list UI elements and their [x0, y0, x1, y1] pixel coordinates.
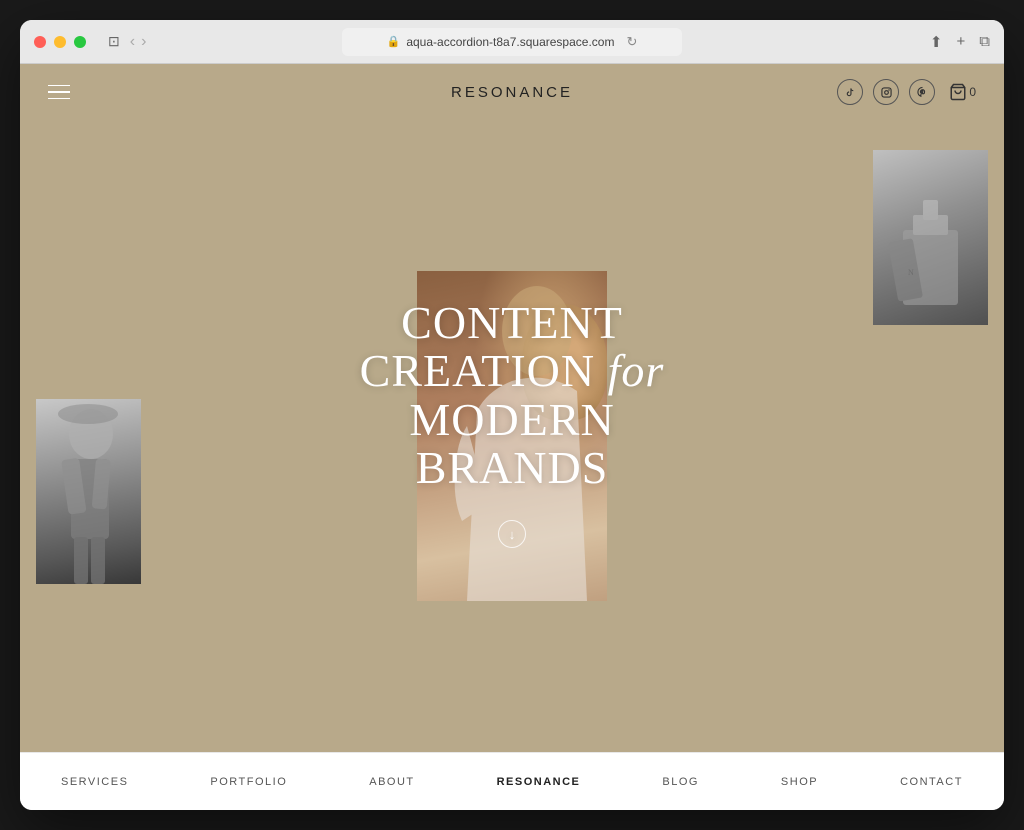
- nav-item-shop[interactable]: SHOP: [769, 768, 830, 796]
- maximize-button[interactable]: [74, 36, 86, 48]
- cart-button[interactable]: 0: [949, 83, 976, 101]
- hero-right-image: N: [873, 150, 988, 325]
- title-bar: ⊡ ‹ › 🔒 aqua-accordion-t8a7.squarespace.…: [20, 20, 1004, 64]
- nav-item-services[interactable]: SERVICES: [49, 768, 140, 796]
- hero-left-image: [36, 399, 141, 584]
- share-icon[interactable]: ⬆: [930, 33, 943, 51]
- cart-count: 0: [969, 85, 976, 99]
- traffic-lights: [34, 36, 86, 48]
- top-nav-right: 0: [837, 79, 976, 105]
- svg-text:N: N: [908, 268, 914, 277]
- hero-headline: CONTENT CREATION for MODERN BRANDS: [332, 299, 692, 492]
- site-logo[interactable]: RESONANCE: [451, 84, 573, 101]
- refresh-icon[interactable]: ↻: [626, 34, 637, 50]
- nav-item-about[interactable]: ABOUT: [357, 768, 426, 796]
- new-tab-icon[interactable]: +: [957, 33, 966, 50]
- hamburger-line: [48, 91, 70, 93]
- address-bar[interactable]: 🔒 aqua-accordion-t8a7.squarespace.com ↻: [342, 28, 682, 56]
- scroll-down-button[interactable]: ↓: [498, 520, 526, 548]
- hero-text: CONTENT CREATION for MODERN BRANDS ↓: [332, 299, 692, 548]
- tiktok-icon[interactable]: [837, 79, 863, 105]
- minimize-button[interactable]: [54, 36, 66, 48]
- nav-item-resonance[interactable]: RESONANCE: [485, 768, 593, 796]
- top-nav: RESONANCE: [20, 64, 1004, 120]
- close-button[interactable]: [34, 36, 46, 48]
- window-controls-right: ⬆ + ⧉: [930, 33, 990, 51]
- nav-item-blog[interactable]: BLOG: [650, 768, 711, 796]
- duplicate-icon[interactable]: ⧉: [979, 33, 990, 50]
- url-text: aqua-accordion-t8a7.squarespace.com: [406, 35, 614, 49]
- bottom-nav: SERVICES PORTFOLIO ABOUT RESONANCE BLOG …: [20, 752, 1004, 810]
- back-button[interactable]: ‹: [128, 33, 137, 51]
- nav-item-contact[interactable]: CONTACT: [888, 768, 975, 796]
- hero-line1: CONTENT: [332, 299, 692, 347]
- window-controls-left: ⊡ ‹ ›: [34, 33, 148, 51]
- hamburger-line: [48, 98, 70, 100]
- hamburger-line: [48, 85, 70, 87]
- sidebar-toggle-icon[interactable]: ⊡: [108, 33, 120, 50]
- pinterest-icon[interactable]: [909, 79, 935, 105]
- nav-arrows: ‹ ›: [128, 33, 149, 51]
- mac-window: ⊡ ‹ › 🔒 aqua-accordion-t8a7.squarespace.…: [20, 20, 1004, 810]
- forward-button[interactable]: ›: [139, 33, 148, 51]
- hero-line2: CREATION for: [332, 347, 692, 395]
- hamburger-menu[interactable]: [48, 85, 70, 100]
- hero-line3: MODERN BRANDS: [332, 396, 692, 493]
- nav-item-portfolio[interactable]: PORTFOLIO: [198, 768, 299, 796]
- lock-icon: 🔒: [387, 35, 401, 48]
- hero-section: N CONTENT CREATION for MODERN BRANDS ↓: [20, 120, 1004, 752]
- instagram-icon[interactable]: [873, 79, 899, 105]
- website: RESONANCE: [20, 64, 1004, 810]
